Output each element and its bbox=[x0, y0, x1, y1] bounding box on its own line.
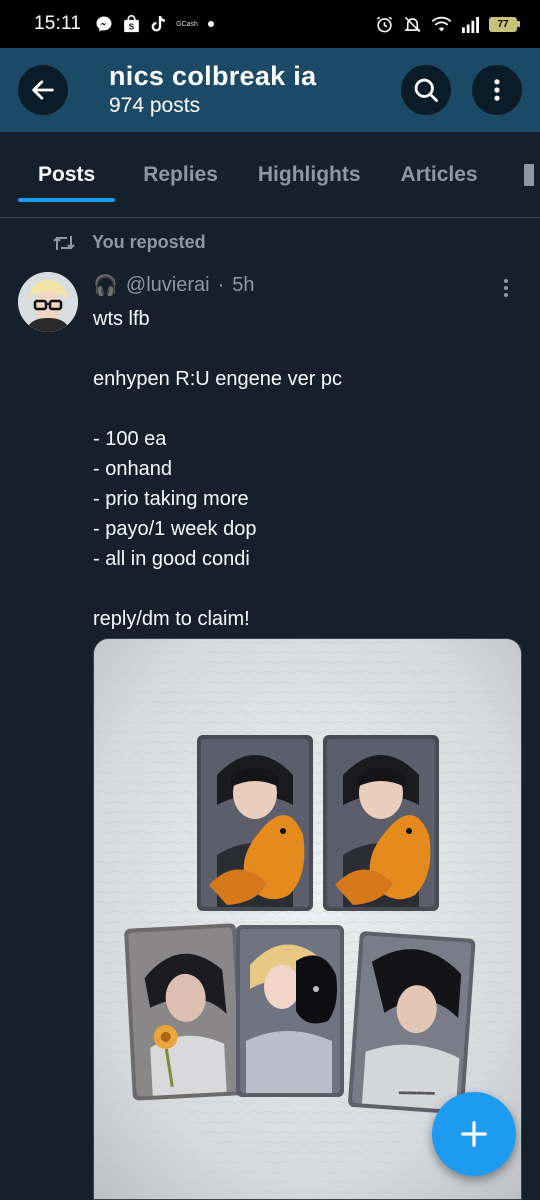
post-text-line: - payo/1 week dop bbox=[93, 518, 257, 540]
photocard bbox=[236, 925, 344, 1097]
post-text-line: enhypen R:U engene ver pc bbox=[93, 368, 343, 390]
profile-tabs: Posts Replies Highlights Articles bbox=[0, 132, 540, 218]
shopee-icon: S bbox=[123, 15, 140, 33]
post-text-line bbox=[93, 334, 523, 364]
post-text-line: - 100 ea bbox=[93, 428, 167, 450]
post-text-line bbox=[93, 574, 523, 604]
battery-level: 77 bbox=[489, 16, 517, 32]
tab-overflow-partial[interactable] bbox=[523, 163, 534, 186]
repost-icon bbox=[53, 235, 75, 250]
svg-text:S: S bbox=[129, 22, 135, 31]
post[interactable]: You reposted 🎧 @luvierai · 5h wts lfb en… bbox=[0, 218, 540, 1200]
tiktok-icon bbox=[150, 15, 166, 33]
author-handle[interactable]: @luvierai bbox=[126, 274, 210, 297]
tab-highlights[interactable]: Highlights bbox=[238, 132, 381, 217]
status-notification-icons: S GCash bbox=[95, 15, 214, 33]
status-time: 15:11 bbox=[34, 13, 82, 34]
photocard bbox=[323, 735, 439, 911]
repost-indicator: You reposted bbox=[52, 232, 206, 253]
post-more-button[interactable] bbox=[496, 276, 516, 305]
post-text: wts lfb enhypen R:U engene ver pc - 100 … bbox=[93, 304, 523, 634]
headphones-icon: 🎧 bbox=[93, 275, 118, 297]
back-arrow-icon bbox=[32, 80, 54, 100]
status-system-icons: 77 bbox=[375, 15, 520, 34]
repost-label: You reposted bbox=[92, 232, 206, 252]
notification-dot-icon bbox=[207, 21, 214, 27]
profile-name: nics colbreak ia bbox=[109, 61, 317, 91]
messenger-icon bbox=[95, 15, 113, 33]
back-button[interactable] bbox=[18, 65, 68, 115]
svg-text:▬▬▬▬: ▬▬▬▬ bbox=[399, 1086, 435, 1097]
search-button[interactable] bbox=[401, 65, 451, 115]
battery-icon: 77 bbox=[489, 16, 520, 32]
search-icon bbox=[414, 78, 438, 102]
header-actions bbox=[401, 65, 522, 115]
wifi-icon bbox=[431, 16, 452, 33]
post-text-line: reply/dm to claim! bbox=[93, 608, 250, 630]
plus-icon bbox=[461, 1121, 487, 1147]
status-bar: 15:11 S GCash 77 bbox=[0, 0, 540, 48]
tab-replies[interactable]: Replies bbox=[123, 132, 238, 217]
signal-icon bbox=[461, 16, 480, 33]
photocard bbox=[124, 923, 245, 1101]
photocard bbox=[197, 735, 313, 911]
post-text-line: - all in good condi bbox=[93, 548, 250, 570]
post-time: 5h bbox=[232, 274, 255, 296]
compose-button[interactable] bbox=[432, 1092, 516, 1176]
profile-header: nics colbreak ia 974 posts bbox=[0, 48, 540, 132]
avatar[interactable] bbox=[18, 272, 78, 332]
post-text-line: - onhand bbox=[93, 458, 172, 480]
photocard: ▬▬▬▬ bbox=[348, 931, 476, 1115]
post-text-line: wts lfb bbox=[93, 308, 150, 330]
post-count: 974 posts bbox=[109, 94, 201, 117]
post-text-line bbox=[93, 394, 523, 424]
tab-posts[interactable]: Posts bbox=[18, 132, 116, 217]
header-titles: nics colbreak ia 974 posts bbox=[109, 60, 316, 120]
post-header: 🎧 @luvierai · 5h bbox=[93, 273, 255, 298]
separator-dot: · bbox=[217, 274, 225, 296]
alarm-icon bbox=[375, 15, 394, 34]
post-text-line: - prio taking more bbox=[93, 488, 249, 510]
gcash-icon: GCash bbox=[176, 20, 198, 28]
more-options-button[interactable] bbox=[472, 65, 522, 115]
more-vertical-icon bbox=[504, 279, 508, 297]
tab-articles[interactable]: Articles bbox=[381, 132, 498, 217]
mute-icon bbox=[403, 15, 422, 34]
more-vertical-icon bbox=[494, 79, 500, 101]
